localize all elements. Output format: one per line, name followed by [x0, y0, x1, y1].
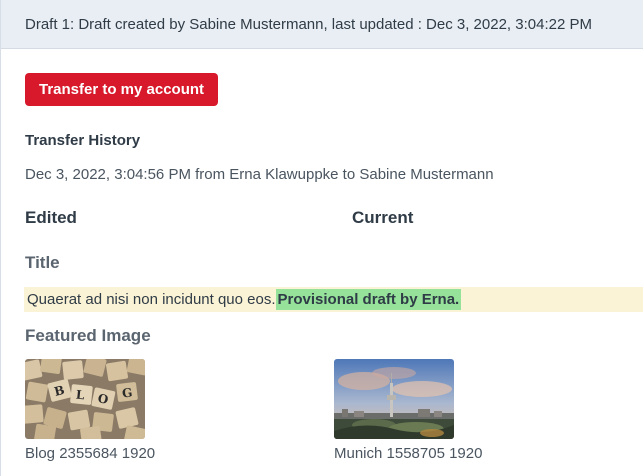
draft-header: Draft 1: Draft created by Sabine Musterm… — [1, 0, 643, 49]
transfer-history-entry: Dec 3, 2022, 3:04:56 PM from Erna Klawup… — [25, 166, 494, 183]
compare-headers: Edited Current — [25, 208, 643, 228]
draft-content: Transfer to my account Transfer History … — [1, 49, 643, 462]
current-image-caption: Munich 1558705 1920 — [334, 445, 483, 462]
title-added-text: Provisional draft by Erna. — [275, 289, 462, 310]
svg-text:G: G — [121, 385, 133, 400]
edited-image-caption: Blog 2355684 1920 — [25, 445, 156, 462]
title-diff-row: Quaerat ad nisi non incidunt quo eos. Pro… — [24, 287, 643, 312]
transfer-history-heading: Transfer History — [25, 132, 141, 149]
featured-image-compare: B L O G Blog 2355684 1920 Munich 1558705… — [25, 359, 643, 462]
transfer-to-my-account-button[interactable]: Transfer to my account — [25, 73, 219, 106]
edited-image-column: B L O G Blog 2355684 1920 — [25, 359, 334, 462]
current-image-column: Munich 1558705 1920 — [334, 359, 643, 462]
blog-scrabble-tiles-image: B L O G — [25, 359, 145, 439]
draft-panel: Draft 1: Draft created by Sabine Musterm… — [0, 0, 643, 476]
munich-skyline-image — [334, 359, 454, 439]
current-column-heading: Current — [352, 208, 414, 227]
edited-column-heading: Edited — [25, 208, 77, 227]
title-field-label: Title — [25, 253, 60, 272]
title-unchanged-text: Quaerat ad nisi non incidunt quo eos. — [27, 291, 276, 308]
featured-image-label: Featured Image — [25, 326, 151, 345]
draft-header-title: Draft 1: Draft created by Sabine Musterm… — [25, 15, 592, 33]
